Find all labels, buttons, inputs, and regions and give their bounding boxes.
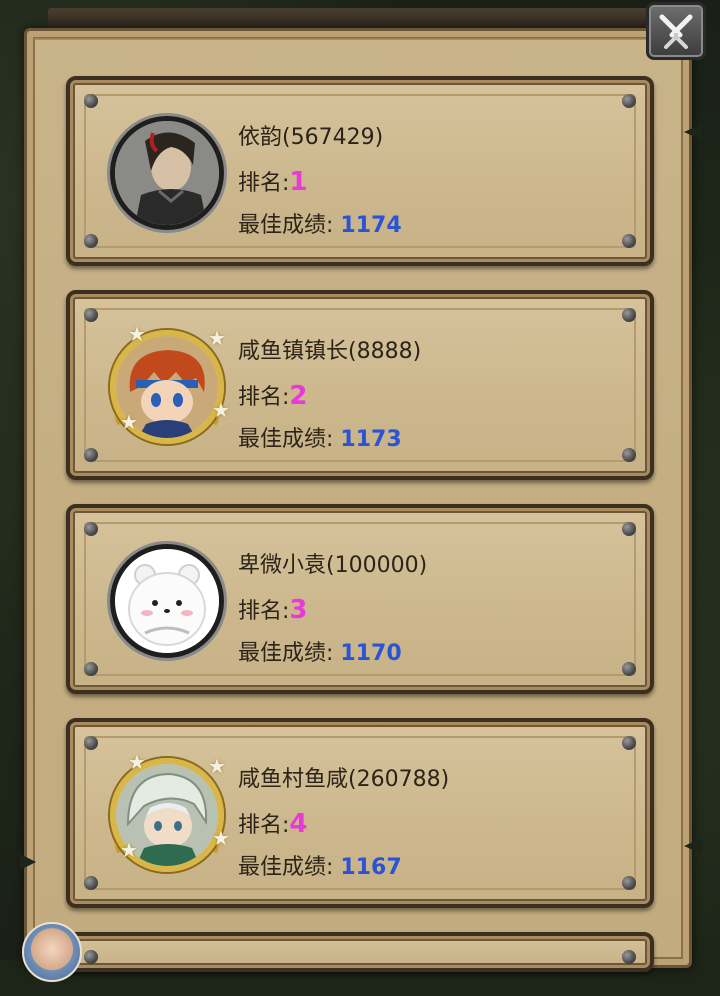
rivet <box>84 522 98 536</box>
rivet <box>84 950 98 964</box>
wooden-beam <box>48 8 648 28</box>
star-icon: ★ <box>212 398 230 422</box>
player-card[interactable]: 卑微小袁(100000) 排名:3 最佳成绩: 1170 <box>66 504 654 694</box>
rank-row: 排名:1 <box>238 160 402 204</box>
star-icon: ★ <box>120 838 138 862</box>
score-value: 1174 <box>340 213 402 238</box>
rivet <box>622 522 636 536</box>
player-name: 咸鱼村鱼咸(260788) <box>238 767 450 792</box>
rank-label: 排名: <box>238 171 290 196</box>
rivet <box>622 876 636 890</box>
star-icon: ★ <box>212 826 230 850</box>
leaderboard-list: 依韵(567429) 排名:1 最佳成绩: 1174 ★ ★ ★ ★ 咸鱼镇镇长… <box>66 76 654 996</box>
rivet <box>84 736 98 750</box>
score-value: 1170 <box>340 641 402 666</box>
rank-value: 1 <box>289 167 308 197</box>
rivet <box>84 448 98 462</box>
rivet <box>622 448 636 462</box>
rank-value: 3 <box>289 595 308 625</box>
rivet <box>622 308 636 322</box>
star-icon: ★ <box>128 322 146 346</box>
score-value: 1167 <box>340 855 402 880</box>
score-label: 最佳成绩: <box>238 213 334 238</box>
rank-row: 排名:3 <box>238 588 427 632</box>
player-name: 卑微小袁(100000) <box>238 553 428 578</box>
rank-label: 排名: <box>238 385 290 410</box>
player-info: 咸鱼村鱼咸(260788) 排名:4 最佳成绩: 1167 <box>238 758 449 890</box>
crossed-swords-icon <box>659 14 693 49</box>
close-button[interactable] <box>646 2 706 60</box>
rivet <box>622 234 636 248</box>
score-row: 最佳成绩: 1173 <box>238 418 421 462</box>
rank-value: 2 <box>289 381 308 411</box>
rank-row: 排名:4 <box>238 802 449 846</box>
player-avatar[interactable] <box>110 116 224 230</box>
player-avatar[interactable] <box>110 544 224 658</box>
player-name: 依韵(567429) <box>238 125 384 150</box>
rank-label: 排名: <box>238 599 290 624</box>
rivet <box>84 662 98 676</box>
own-player-avatar[interactable] <box>22 922 82 982</box>
player-info: 依韵(567429) 排名:1 最佳成绩: 1174 <box>238 116 402 248</box>
player-card[interactable]: 依韵(567429) 排名:1 最佳成绩: 1174 <box>66 76 654 266</box>
star-icon: ★ <box>208 326 226 350</box>
score-row: 最佳成绩: 1167 <box>238 846 449 890</box>
score-row: 最佳成绩: 1174 <box>238 204 402 248</box>
player-info: 咸鱼镇镇长(8888) 排名:2 最佳成绩: 1173 <box>238 330 421 462</box>
star-icon: ★ <box>120 410 138 434</box>
rank-row: 排名:2 <box>238 374 421 418</box>
rivet <box>622 950 636 964</box>
swordsman-portrait-icon <box>115 121 219 225</box>
player-card[interactable]: ★ ★ ★ ★ 咸鱼村鱼咸(260788) 排名:4 最佳成绩: 1167 <box>66 718 654 908</box>
rivet <box>622 736 636 750</box>
player-name: 咸鱼镇镇长(8888) <box>238 339 422 364</box>
rivet <box>622 94 636 108</box>
player-card[interactable] <box>66 932 654 972</box>
rivet <box>84 234 98 248</box>
star-icon: ★ <box>208 754 226 778</box>
rank-label: 排名: <box>238 813 290 838</box>
player-card[interactable]: ★ ★ ★ ★ 咸鱼镇镇长(8888) 排名:2 最佳成绩: 1173 <box>66 290 654 480</box>
star-icon: ★ <box>128 750 146 774</box>
rivet <box>84 308 98 322</box>
score-row: 最佳成绩: 1170 <box>238 632 427 676</box>
score-label: 最佳成绩: <box>238 427 334 452</box>
rank-value: 4 <box>289 809 308 839</box>
score-label: 最佳成绩: <box>238 641 334 666</box>
white-bear-portrait-icon <box>115 549 219 653</box>
rivet <box>84 876 98 890</box>
score-label: 最佳成绩: <box>238 855 334 880</box>
player-info: 卑微小袁(100000) 排名:3 最佳成绩: 1170 <box>238 544 427 676</box>
board-ornament <box>34 38 674 52</box>
score-value: 1173 <box>340 427 402 452</box>
rivet <box>622 662 636 676</box>
rivet <box>84 94 98 108</box>
